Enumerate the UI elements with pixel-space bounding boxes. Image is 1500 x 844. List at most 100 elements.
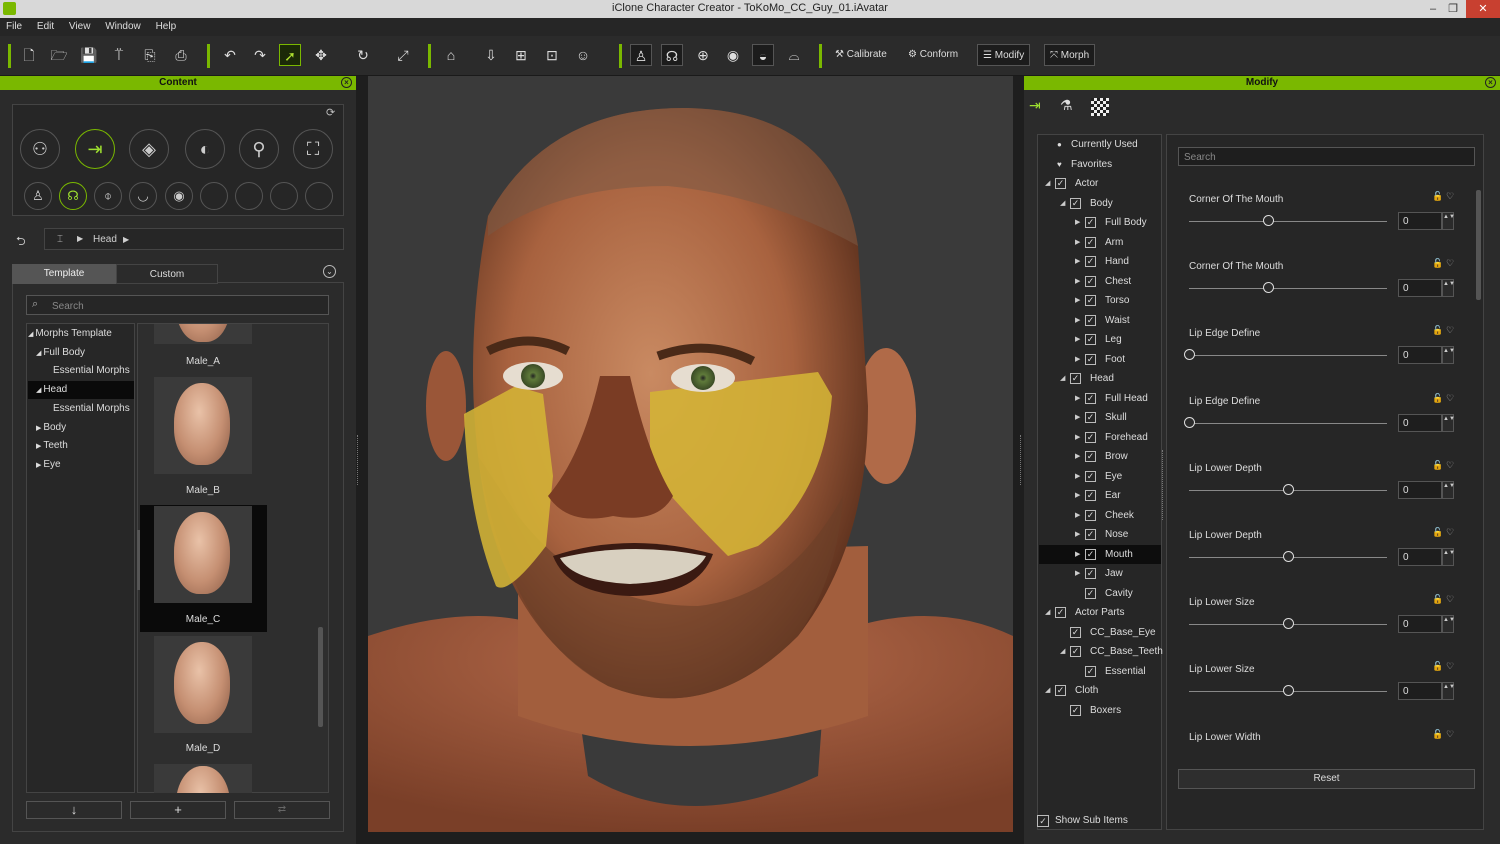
checkbox[interactable]: ✓ xyxy=(1085,509,1096,521)
expand-triangle-icon[interactable]: ◢ xyxy=(1060,369,1065,388)
head-icon[interactable]: ☊ xyxy=(59,182,87,210)
spin-arrows-icon[interactable]: ▲▼ xyxy=(1442,212,1455,230)
collapse-triangle-icon[interactable]: ▶ xyxy=(1075,272,1080,291)
slider-track[interactable] xyxy=(1189,288,1387,290)
collapse-triangle-icon[interactable]: ▶ xyxy=(1075,525,1080,544)
3d-viewport[interactable] xyxy=(368,76,1013,832)
morph-category-icon[interactable]: ⇥ xyxy=(75,129,115,169)
checkbox[interactable]: ✓ xyxy=(1055,607,1066,618)
add-button[interactable]: + xyxy=(130,801,226,819)
eye-view-icon[interactable]: ◉ xyxy=(722,44,744,66)
new-file-icon[interactable]: 🗋 xyxy=(18,44,40,66)
teeth-view-icon[interactable]: ⌓ xyxy=(783,44,805,66)
download-button[interactable]: ↓ xyxy=(26,801,122,819)
lock-icon[interactable]: 🔓 xyxy=(1432,460,1443,471)
favorite-heart-icon[interactable]: ♡ xyxy=(1446,661,1454,672)
refresh-icon[interactable]: ⟳ xyxy=(326,106,335,119)
tree-item-full-body[interactable]: ◢ Full Body xyxy=(36,344,140,362)
expand-triangle-icon[interactable]: ◢ xyxy=(1060,194,1065,213)
modify-tree-item-boxers[interactable]: ✓ Boxers xyxy=(1039,701,1161,720)
tree-splitter[interactable] xyxy=(1162,450,1165,520)
full-body-view-icon[interactable]: ♙ xyxy=(630,44,652,66)
tree-item-eye[interactable]: ▶ Eye xyxy=(36,456,140,474)
import-icon[interactable]: ⎘ xyxy=(139,44,161,66)
restore-button[interactable]: ❐ xyxy=(1438,0,1468,18)
menu-window[interactable]: Window xyxy=(99,18,147,32)
modify-tree-item-full-head[interactable]: ▶ ✓ Full Head xyxy=(1039,389,1161,408)
checkbox[interactable]: ✓ xyxy=(1085,568,1096,579)
checkbox[interactable]: ✓ xyxy=(1085,392,1096,404)
modify-button[interactable]: ☰ Modify xyxy=(977,44,1031,66)
tree-item-head[interactable]: ◢ Head xyxy=(28,381,134,399)
thumbnail-partial[interactable] xyxy=(154,764,252,793)
checkbox[interactable]: ✓ xyxy=(1070,646,1081,657)
scale-icon[interactable]: ⤢ xyxy=(392,44,414,66)
modify-tree-item-hand[interactable]: ▶ ✓ Hand xyxy=(1039,252,1161,271)
checkbox[interactable]: ✓ xyxy=(1085,295,1096,306)
menu-file[interactable]: File xyxy=(0,18,28,32)
morph-sliders-tab-icon[interactable]: ⇥ xyxy=(1029,97,1041,114)
fit-view-icon[interactable]: ⇩ xyxy=(480,44,502,66)
content-search-input[interactable]: ⌕ Search xyxy=(26,295,329,315)
modify-tree-item-jaw[interactable]: ▶ ✓ Jaw xyxy=(1039,564,1161,583)
lock-icon[interactable]: 🔓 xyxy=(1432,393,1443,404)
hair-category-icon[interactable]: ◐ xyxy=(185,129,225,169)
collapse-triangle-icon[interactable]: ▶ xyxy=(1075,330,1080,349)
texture-tab-icon[interactable] xyxy=(1091,98,1109,116)
empty-slot-icon[interactable] xyxy=(235,182,263,210)
collapse-triangle-icon[interactable]: ▶ xyxy=(1075,408,1080,427)
checkbox[interactable]: ✓ xyxy=(1085,217,1096,228)
modify-tree-item-full-body[interactable]: ▶ ✓ Full Body xyxy=(1039,213,1161,232)
morph-button[interactable]: ⤧ Morph xyxy=(1044,44,1096,66)
lock-icon[interactable]: 🔓 xyxy=(1432,527,1443,538)
slider-value-input[interactable]: 0 xyxy=(1398,212,1442,230)
empty-slot-icon[interactable] xyxy=(305,182,333,210)
tree-item-morphs-template[interactable]: ◢ Morphs Template xyxy=(28,325,132,343)
modify-tree-item-leg[interactable]: ▶ ✓ Leg xyxy=(1039,330,1161,349)
spin-arrows-icon[interactable]: ▲▼ xyxy=(1442,682,1455,701)
collapse-triangle-icon[interactable]: ▶ xyxy=(1075,291,1080,310)
modify-tree-item-actor[interactable]: ◢ ✓ Actor xyxy=(1039,174,1161,193)
checkbox[interactable]: ✓ xyxy=(1085,334,1096,345)
modify-tree-item-cavity[interactable]: ✓ Cavity xyxy=(1039,584,1161,603)
spin-arrows-icon[interactable]: ▲▼ xyxy=(1442,548,1455,566)
open-folder-icon[interactable]: 🗁 xyxy=(48,44,70,66)
modify-tree-item-cloth[interactable]: ◢ ✓ Cloth xyxy=(1039,681,1161,700)
collapse-triangle-icon[interactable]: ▶ xyxy=(1075,389,1080,408)
modify-tree-item-actor-parts[interactable]: ◢ ✓ Actor Parts xyxy=(1039,603,1161,622)
checkbox[interactable]: ✓ xyxy=(1085,236,1096,248)
tree-item-body[interactable]: ▶ Body xyxy=(36,419,140,437)
checkbox[interactable]: ✓ xyxy=(1085,353,1096,365)
lock-icon[interactable]: 🔓 xyxy=(1432,729,1443,740)
export-figure-icon[interactable]: ⍡ xyxy=(108,44,130,66)
collapse-triangle-icon[interactable]: ▶ xyxy=(1075,350,1080,369)
mouth-icon[interactable]: ◡ xyxy=(129,182,157,210)
modify-tree-item-eye[interactable]: ▶ ✓ Eye xyxy=(1039,467,1161,486)
dropdown-icon[interactable]: ⌄ xyxy=(323,265,336,278)
modify-tree-item-skull[interactable]: ▶ ✓ Skull xyxy=(1039,408,1161,427)
thumbnail-male-b[interactable] xyxy=(154,377,252,474)
full-body-icon[interactable]: ♙ xyxy=(24,182,52,210)
collapse-triangle-icon[interactable]: ▶ xyxy=(1075,252,1080,271)
modify-tree-item-chest[interactable]: ▶ ✓ Chest xyxy=(1039,272,1161,291)
lock-icon[interactable]: 🔓 xyxy=(1432,594,1443,605)
collapse-triangle-icon[interactable]: ▶ xyxy=(1075,467,1080,486)
right-splitter[interactable] xyxy=(1020,435,1023,485)
menu-edit[interactable]: Edit xyxy=(31,18,60,32)
collapse-triangle-icon[interactable]: ▶ xyxy=(1075,506,1080,525)
checkbox[interactable]: ✓ xyxy=(1070,373,1081,384)
checkbox[interactable]: ✓ xyxy=(1085,490,1096,501)
modify-tree-item-waist[interactable]: ▶ ✓ Waist xyxy=(1039,311,1161,330)
collapse-triangle-icon[interactable]: ▶ xyxy=(1075,233,1080,252)
spin-arrows-icon[interactable]: ▲▼ xyxy=(1442,279,1455,298)
slider-track[interactable] xyxy=(1189,422,1387,424)
thumbnail-male-d[interactable] xyxy=(154,636,252,733)
collapse-triangle-icon[interactable]: ▶ xyxy=(1075,213,1080,232)
modify-tree-item-cc-base-teeth[interactable]: ◢ ✓ CC_Base_Teeth xyxy=(1039,642,1163,661)
checkbox[interactable]: ✓ xyxy=(1055,685,1066,696)
slider-scrollbar[interactable] xyxy=(1476,190,1481,300)
tree-item-teeth[interactable]: ▶ Teeth xyxy=(36,437,140,455)
modify-tree-item-arm[interactable]: ▶ ✓ Arm xyxy=(1039,233,1161,252)
favorite-heart-icon[interactable]: ♡ xyxy=(1446,729,1454,740)
empty-slot-icon[interactable] xyxy=(200,182,228,210)
